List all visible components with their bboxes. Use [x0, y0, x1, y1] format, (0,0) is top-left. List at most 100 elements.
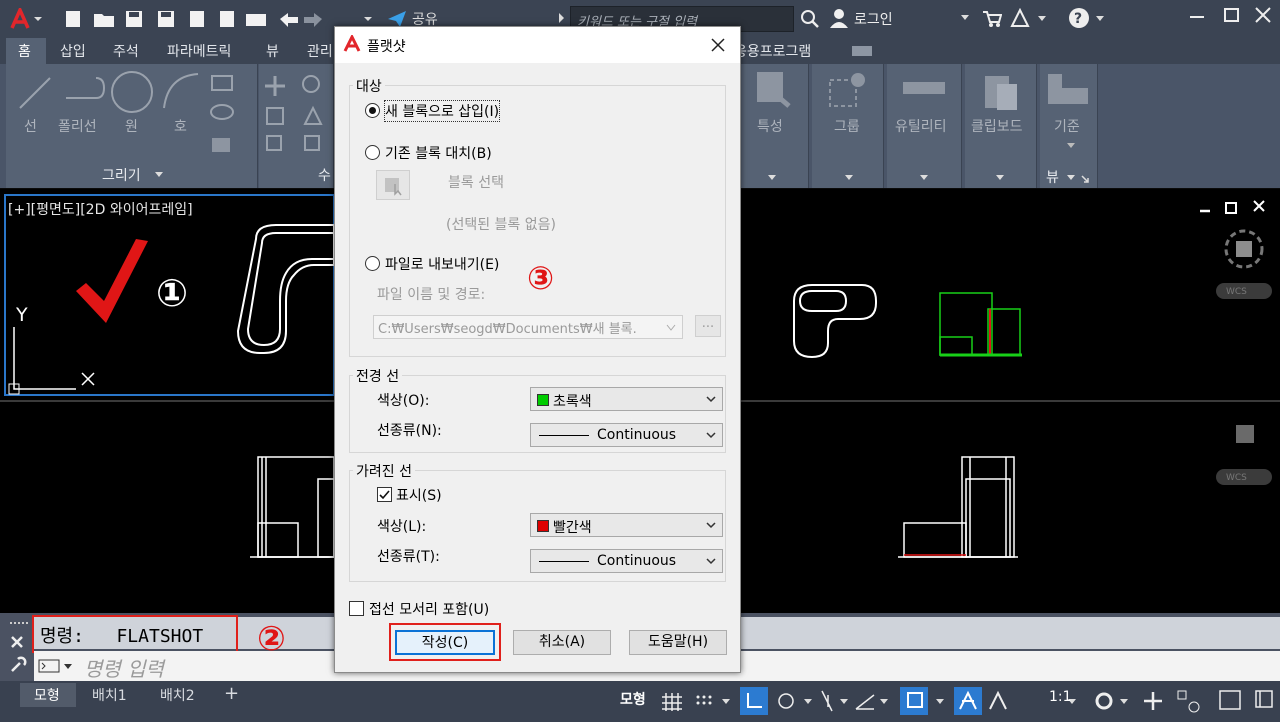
- tool-utilities[interactable]: 유틸리티: [895, 116, 947, 136]
- viewport-label[interactable]: [+][평면도][2D 와이어프레임]: [8, 199, 193, 219]
- tool-clipboard[interactable]: 클립보드: [971, 116, 1023, 136]
- properties-icon[interactable]: [753, 70, 795, 110]
- select-block-label: 블록 선택: [448, 175, 504, 191]
- chevron-down-icon[interactable]: [1066, 142, 1076, 150]
- wcs-label-2[interactable]: WCS: [1226, 473, 1247, 483]
- view-panel-label[interactable]: 뷰: [1046, 167, 1059, 187]
- ob-color-swatch: [537, 520, 549, 532]
- tool-polyline[interactable]: 폴리선: [58, 116, 97, 136]
- chevron-down-icon[interactable]: [666, 324, 676, 332]
- tab-annotate[interactable]: 주석: [113, 41, 139, 61]
- file-path-input[interactable]: C:₩Users₩seogd₩Documents₩새 블록.: [373, 315, 683, 339]
- fg-color-select[interactable]: 초록색: [530, 387, 723, 411]
- command-line-grip[interactable]: [8, 619, 32, 677]
- tool-properties[interactable]: 특성: [757, 116, 783, 136]
- help-icon[interactable]: ?: [1068, 7, 1108, 29]
- autocad-logo-icon[interactable]: [10, 8, 44, 30]
- chevron-down-icon[interactable]: [767, 174, 777, 182]
- select-block-button[interactable]: [376, 170, 410, 200]
- maximize-icon[interactable]: [1224, 8, 1239, 22]
- annotation-scale[interactable]: 1:1: [1049, 689, 1072, 705]
- no-block-label: (선택된 블록 없음): [446, 217, 556, 233]
- chevron-right-icon[interactable]: [558, 12, 566, 24]
- add-layout-icon[interactable]: +: [224, 683, 239, 704]
- create-button[interactable]: 작성(C): [395, 630, 495, 655]
- linetype-sample: [539, 435, 589, 436]
- minimize-icon[interactable]: [1190, 16, 1204, 18]
- chevron-down-icon[interactable]: [995, 174, 1005, 182]
- chevron-down-icon[interactable]: [844, 174, 854, 182]
- chevron-down-icon[interactable]: [919, 174, 929, 182]
- layout-tab-2[interactable]: 배치2: [160, 685, 195, 705]
- user-icon[interactable]: [830, 8, 848, 28]
- autodesk-icon[interactable]: [1010, 8, 1048, 28]
- browse-button[interactable]: ...: [695, 315, 721, 337]
- ob-color-select[interactable]: 빨간색: [530, 513, 723, 537]
- status-bar: 모형 배치1 배치2 + 모형 1:1: [0, 681, 1280, 722]
- select-block-icon: [385, 178, 402, 196]
- login-label[interactable]: 로그인: [854, 9, 893, 29]
- layout-tab-model[interactable]: 모형: [20, 683, 76, 707]
- ob-linetype-select[interactable]: Continuous: [530, 549, 723, 573]
- fg-linetype-value: Continuous: [597, 427, 677, 443]
- radio-replace-block[interactable]: [365, 145, 380, 160]
- target-group-label: 대상: [353, 76, 385, 96]
- radio-export-file-label[interactable]: 파일로 내보내기(E): [385, 254, 499, 274]
- tool-arc[interactable]: 호: [174, 116, 187, 136]
- obscured-group-label: 가려진 선: [353, 461, 415, 481]
- radio-new-block-label[interactable]: 새 블록으로 삽입(I): [383, 100, 501, 122]
- tool-group[interactable]: 그룹: [834, 116, 860, 136]
- tab-insert[interactable]: 삽입: [60, 41, 86, 61]
- ob-color-label: 색상(L):: [377, 519, 427, 535]
- checkmark-icon: [379, 490, 390, 500]
- wcs-label[interactable]: WCS: [1226, 287, 1247, 297]
- modify-panel-label[interactable]: 수: [318, 165, 331, 185]
- cart-icon[interactable]: [982, 10, 1002, 28]
- search-icon[interactable]: [800, 9, 820, 29]
- tool-base[interactable]: 기준: [1054, 116, 1080, 136]
- tab-home[interactable]: 홈: [6, 38, 46, 64]
- tool-line[interactable]: 선: [24, 116, 37, 136]
- status-toggles[interactable]: [660, 687, 1280, 717]
- group-icon[interactable]: [826, 70, 870, 110]
- paste-icon[interactable]: [981, 70, 1021, 112]
- file-path-value: C:₩Users₩seogd₩Documents₩새 블록.: [378, 322, 637, 337]
- show-label[interactable]: 표시(S): [396, 485, 442, 505]
- ob-color-value: 빨간색: [553, 520, 592, 536]
- chevron-down-icon: [706, 522, 716, 529]
- radio-export-file[interactable]: [365, 256, 380, 271]
- chevron-down-icon[interactable]: [960, 14, 970, 22]
- ucs-y-label: Y: [16, 304, 28, 326]
- chevron-down-icon: [706, 432, 716, 439]
- tangent-edges-checkbox[interactable]: [349, 601, 364, 616]
- dialog-close-icon[interactable]: [711, 38, 725, 52]
- fg-linetype-select[interactable]: Continuous: [530, 423, 723, 447]
- close-icon[interactable]: [1254, 6, 1272, 24]
- tab-apps[interactable]: 응용프로그램: [734, 41, 811, 61]
- layout-tab-model-label: 모형: [34, 688, 60, 704]
- ribbon-options-icon[interactable]: [852, 46, 872, 56]
- groups-panel: 그룹: [812, 64, 884, 188]
- chevron-down-icon[interactable]: [154, 171, 164, 179]
- cancel-button[interactable]: 취소(A): [513, 630, 611, 655]
- tab-view[interactable]: 뷰: [266, 41, 279, 61]
- help-button[interactable]: 도움말(H): [629, 630, 727, 655]
- panel-expand-icon[interactable]: [1066, 174, 1090, 184]
- draw-panel-label[interactable]: 그리기: [102, 165, 141, 185]
- layout-tab-1[interactable]: 배치1: [92, 685, 127, 705]
- tab-parametric[interactable]: 파라메트릭: [167, 41, 231, 61]
- model-space-toggle[interactable]: 모형: [620, 689, 646, 709]
- base-view-icon[interactable]: [1046, 72, 1090, 106]
- draw-panel: 선 폴리선 원 호 그리기: [6, 64, 258, 188]
- tool-circle[interactable]: 원: [125, 116, 138, 136]
- view-panel: 기준 뷰: [1040, 64, 1098, 188]
- foreground-group-label: 전경 선: [353, 366, 403, 386]
- radio-replace-block-label[interactable]: 기존 블록 대치(B): [385, 143, 492, 163]
- measure-icon[interactable]: [901, 78, 947, 98]
- dialog-titlebar[interactable]: 플랫샷: [335, 27, 740, 63]
- tab-manage[interactable]: 관리: [307, 41, 333, 61]
- command-prompt-icon[interactable]: [38, 658, 74, 674]
- radio-new-block[interactable]: [365, 103, 380, 118]
- show-checkbox[interactable]: [377, 487, 392, 502]
- tangent-edges-label[interactable]: 접선 모서리 포함(U): [369, 599, 489, 619]
